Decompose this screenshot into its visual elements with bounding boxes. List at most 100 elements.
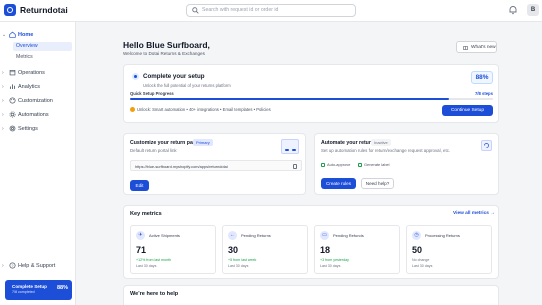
page-subtitle: Welcome to Dotai Returns & Exchanges — [123, 51, 205, 56]
return-arrow-icon: ← — [228, 231, 237, 240]
continue-setup-button[interactable]: Continue Setup — [442, 105, 493, 116]
app-brand[interactable]: Returndotai — [20, 5, 68, 15]
metric-period: Last 30 days — [228, 264, 249, 268]
sidebar-item-help[interactable]: › ? Help & Support — [2, 262, 72, 272]
search-icon — [192, 7, 199, 14]
automate-subtitle: Set up automation rules for return/excha… — [321, 148, 451, 153]
chevron-right-icon: › — [2, 70, 4, 76]
auto-approve-label: Auto-approve — [327, 162, 351, 167]
sidebar-setup-card[interactable]: Complete Setup 7/8 completed 88% — [5, 280, 72, 300]
need-help-button[interactable]: Need help? — [361, 178, 394, 189]
search-input[interactable]: Search with request id or order id — [186, 4, 356, 17]
whats-new-button[interactable]: What's new — [456, 41, 497, 53]
setup-percent-badge: 88% — [471, 71, 493, 84]
app-logo-icon[interactable] — [4, 4, 16, 16]
help-section-card: We're here to help — [123, 285, 499, 305]
setup-description: Unlock the full potential of your return… — [143, 83, 231, 88]
edit-button[interactable]: Edit — [130, 180, 149, 191]
metric-card-active-shipments[interactable]: ✈ Active Shipments 71 +12% from last mon… — [130, 225, 216, 274]
sidebar-item-label: Settings — [18, 126, 38, 132]
setup-title: Complete your setup — [143, 73, 205, 80]
metrics-title: Key metrics — [130, 211, 162, 217]
refresh-icon[interactable] — [481, 140, 492, 151]
key-metrics-card: Key metrics View all metrics → ✈ Active … — [123, 205, 499, 279]
sidebar-item-metrics[interactable]: Metrics — [13, 53, 72, 62]
metric-label: Active Shipments — [149, 233, 180, 238]
sidebar-item-label: Operations — [18, 70, 45, 76]
card-icon: ▭ — [320, 231, 329, 240]
lightning-icon — [130, 107, 135, 112]
metric-change: +12% from last month — [136, 258, 172, 262]
page-title: Hello Blue Surfboard, — [123, 40, 210, 50]
metric-label: Pending Returns — [241, 233, 271, 238]
bell-icon[interactable] — [508, 5, 518, 15]
unlock-text: Unlock: Smart automation • 40+ integrati… — [137, 107, 271, 112]
chevron-right-icon: › — [2, 126, 4, 132]
metric-card-processing-returns[interactable]: ◷ Processing Returns 50 No change Last 3… — [406, 225, 492, 274]
top-bar: Returndotai Search with request id or or… — [0, 0, 542, 22]
chevron-right-icon: › — [2, 98, 4, 104]
svg-text:?: ? — [12, 264, 14, 268]
view-all-metrics-link[interactable]: View all metrics → — [453, 211, 495, 216]
sidebar-item-label: Help & Support — [18, 263, 56, 269]
chevron-right-icon: › — [2, 112, 4, 118]
truck-icon: ✈ — [136, 231, 145, 240]
metric-period: Last 30 days — [412, 264, 433, 268]
progress-bar-fill — [130, 98, 450, 100]
metric-card-pending-returns[interactable]: ← Pending Returns 30 +5 from last week L… — [222, 225, 308, 274]
portal-url: https://blue-surfboard.myshopify.com/app… — [135, 164, 228, 169]
metric-period: Last 30 days — [136, 264, 157, 268]
inactive-badge: Inactive — [371, 139, 391, 146]
return-page-card: Customize your return page Primary Defau… — [123, 133, 306, 195]
return-page-title: Customize your return page — [130, 140, 199, 146]
metric-card-pending-refunds[interactable]: ▭ Pending Refunds 18 +3 from yesterday L… — [314, 225, 400, 274]
progress-bar — [130, 98, 493, 100]
settings-icon — [9, 125, 16, 132]
chevron-right-icon: › — [2, 84, 4, 90]
metric-change: +3 from yesterday — [320, 258, 349, 262]
search-placeholder: Search with request id or order id — [202, 7, 279, 13]
copy-icon[interactable] — [293, 164, 297, 169]
sidebar-item-label: Automations — [18, 112, 49, 118]
help-icon: ? — [9, 262, 16, 269]
setup-card-percent: 88% — [56, 285, 68, 291]
return-page-subtitle: Default return portal link — [130, 148, 177, 153]
metric-value: 50 — [412, 245, 423, 255]
target-icon — [132, 73, 139, 80]
arrow-right-icon: → — [490, 211, 496, 216]
gear-icon — [9, 111, 16, 118]
portal-url-field[interactable]: https://blue-surfboard.myshopify.com/app… — [130, 160, 302, 171]
setup-card-subtitle: 7/8 completed — [12, 290, 35, 294]
sidebar-item-settings[interactable]: › Settings — [2, 125, 72, 135]
user-avatar[interactable]: B — [527, 4, 539, 16]
metric-label: Pending Refunds — [333, 233, 364, 238]
help-section-title: We're here to help — [130, 291, 179, 297]
setup-card-title: Complete Setup — [12, 284, 47, 289]
box-icon — [9, 70, 16, 76]
generate-label-label: Generate label — [364, 162, 390, 167]
auto-approve-check: Auto-approve — [321, 162, 350, 167]
metric-label: Processing Returns — [425, 233, 460, 238]
primary-badge: Primary — [193, 139, 213, 146]
metric-value: 30 — [228, 245, 239, 255]
home-icon — [9, 31, 16, 38]
palette-icon — [9, 97, 16, 104]
gift-icon — [463, 46, 468, 50]
metric-change: +5 from last week — [228, 258, 257, 262]
metric-period: Last 30 days — [320, 264, 341, 268]
view-all-label: View all metrics — [453, 211, 489, 216]
sidebar-item-label: Customization — [18, 98, 53, 104]
sidebar-item-operations[interactable]: › Operations — [2, 69, 72, 79]
sidebar-item-analytics[interactable]: › Analytics — [2, 83, 72, 93]
sidebar-item-overview[interactable]: Overview — [13, 42, 72, 51]
check-icon — [321, 163, 325, 167]
sidebar-item-label: Home — [18, 32, 34, 38]
sidebar-item-home[interactable]: ⌄ Home — [2, 31, 72, 41]
whats-new-label: What's new — [471, 45, 496, 50]
create-rules-button[interactable]: Create rules — [321, 178, 356, 189]
sidebar-item-customization[interactable]: › Customization — [2, 97, 72, 107]
automate-title: Automate your return — [321, 140, 375, 146]
sidebar-item-automations[interactable]: › Automations — [2, 111, 72, 121]
generate-label-check: Generate label — [358, 162, 390, 167]
chevron-right-icon: › — [2, 263, 4, 269]
